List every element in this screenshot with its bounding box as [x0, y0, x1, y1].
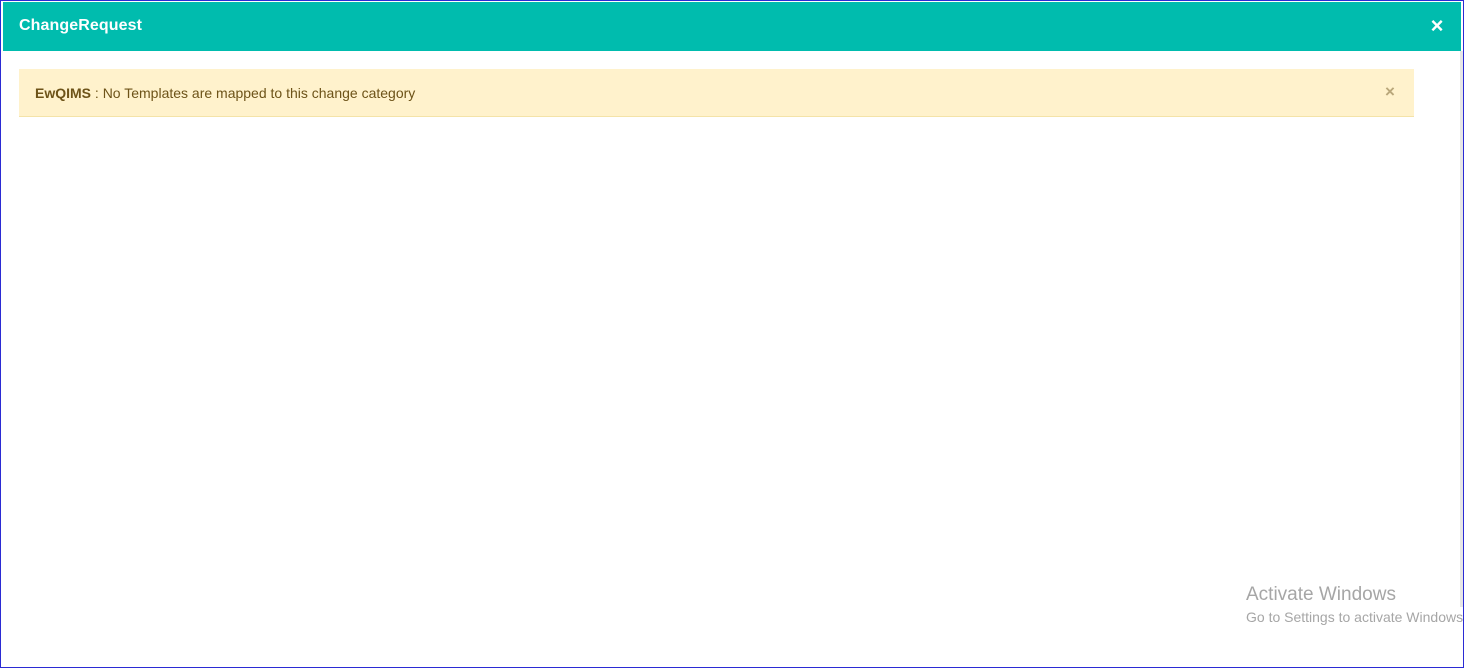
scrollbar-track[interactable]: [1460, 51, 1463, 607]
alert-separator: :: [91, 85, 103, 101]
close-icon[interactable]: ×: [1427, 14, 1447, 38]
activation-watermark: Activate Windows Go to Settings to activ…: [1246, 584, 1464, 627]
alert-source-label: EwQIMS: [35, 85, 92, 101]
dialog-header: ChangeRequest ×: [3, 2, 1461, 51]
watermark-subtitle: Go to Settings to activate Windows.: [1246, 609, 1464, 625]
watermark-title: Activate Windows: [1246, 584, 1396, 605]
alert-message-line: EwQIMS : No Templates are mapped to this…: [35, 85, 415, 101]
close-icon[interactable]: ×: [1382, 82, 1398, 102]
warning-alert: EwQIMS : No Templates are mapped to this…: [19, 69, 1414, 117]
dialog-title: ChangeRequest: [19, 17, 143, 34]
alert-message: No Templates are mapped to this change c…: [102, 85, 416, 101]
change-request-dialog: ChangeRequest × EwQIMS : No Templates ar…: [0, 0, 1464, 668]
